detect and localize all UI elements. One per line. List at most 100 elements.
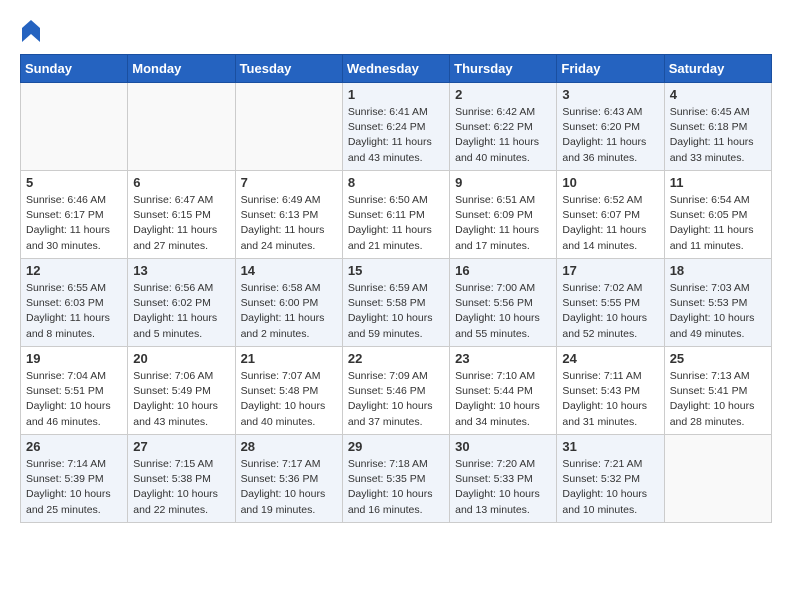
day-number: 15 (348, 263, 444, 278)
day-info: Sunrise: 7:10 AM Sunset: 5:44 PM Dayligh… (455, 369, 551, 430)
day-number: 30 (455, 439, 551, 454)
calendar-cell: 28 Sunrise: 7:17 AM Sunset: 5:36 PM Dayli… (235, 435, 342, 523)
day-info: Sunrise: 7:04 AM Sunset: 5:51 PM Dayligh… (26, 369, 122, 430)
day-info: Sunrise: 7:21 AM Sunset: 5:32 PM Dayligh… (562, 457, 658, 518)
calendar-cell: 5 Sunrise: 6:46 AM Sunset: 6:17 PM Daylig… (21, 171, 128, 259)
day-number: 9 (455, 175, 551, 190)
day-number: 6 (133, 175, 229, 190)
calendar-cell: 24 Sunrise: 7:11 AM Sunset: 5:43 PM Dayli… (557, 347, 664, 435)
day-number: 13 (133, 263, 229, 278)
day-info: Sunrise: 6:45 AM Sunset: 6:18 PM Dayligh… (670, 105, 766, 166)
calendar-cell: 26 Sunrise: 7:14 AM Sunset: 5:39 PM Dayli… (21, 435, 128, 523)
day-info: Sunrise: 7:00 AM Sunset: 5:56 PM Dayligh… (455, 281, 551, 342)
day-number: 12 (26, 263, 122, 278)
day-number: 27 (133, 439, 229, 454)
weekday-header-thursday: Thursday (450, 55, 557, 83)
calendar-cell: 25 Sunrise: 7:13 AM Sunset: 5:41 PM Dayli… (664, 347, 771, 435)
calendar-cell (664, 435, 771, 523)
day-info: Sunrise: 6:43 AM Sunset: 6:20 PM Dayligh… (562, 105, 658, 166)
day-number: 16 (455, 263, 551, 278)
calendar-cell: 22 Sunrise: 7:09 AM Sunset: 5:46 PM Dayli… (342, 347, 449, 435)
day-info: Sunrise: 7:17 AM Sunset: 5:36 PM Dayligh… (241, 457, 337, 518)
calendar-cell: 19Sunrise: 7:04 AM Sunset: 5:51 PM Dayli… (21, 347, 128, 435)
day-info: Sunrise: 6:54 AM Sunset: 6:05 PM Dayligh… (670, 193, 766, 254)
logo-icon (22, 20, 40, 42)
day-number: 10 (562, 175, 658, 190)
day-number: 20 (133, 351, 229, 366)
weekday-header-wednesday: Wednesday (342, 55, 449, 83)
calendar-cell: 6 Sunrise: 6:47 AM Sunset: 6:15 PM Daylig… (128, 171, 235, 259)
calendar-cell: 9 Sunrise: 6:51 AM Sunset: 6:09 PM Daylig… (450, 171, 557, 259)
day-info: Sunrise: 6:56 AM Sunset: 6:02 PM Dayligh… (133, 281, 229, 342)
day-info: Sunrise: 6:55 AM Sunset: 6:03 PM Dayligh… (26, 281, 122, 342)
day-number: 14 (241, 263, 337, 278)
day-info: Sunrise: 6:41 AM Sunset: 6:24 PM Dayligh… (348, 105, 444, 166)
day-number: 3 (562, 87, 658, 102)
day-number: 17 (562, 263, 658, 278)
calendar-week-row: 26 Sunrise: 7:14 AM Sunset: 5:39 PM Dayli… (21, 435, 772, 523)
calendar-cell (128, 83, 235, 171)
day-number: 25 (670, 351, 766, 366)
calendar-cell: 21Sunrise: 7:07 AM Sunset: 5:48 PM Dayli… (235, 347, 342, 435)
day-info: Sunrise: 7:03 AM Sunset: 5:53 PM Dayligh… (670, 281, 766, 342)
day-info: Sunrise: 6:47 AM Sunset: 6:15 PM Dayligh… (133, 193, 229, 254)
day-number: 24 (562, 351, 658, 366)
calendar-cell: 11Sunrise: 6:54 AM Sunset: 6:05 PM Dayli… (664, 171, 771, 259)
day-info: Sunrise: 7:18 AM Sunset: 5:35 PM Dayligh… (348, 457, 444, 518)
calendar-cell: 31 Sunrise: 7:21 AM Sunset: 5:32 PM Dayli… (557, 435, 664, 523)
day-info: Sunrise: 6:58 AM Sunset: 6:00 PM Dayligh… (241, 281, 337, 342)
calendar-cell: 1 Sunrise: 6:41 AM Sunset: 6:24 PM Daylig… (342, 83, 449, 171)
day-info: Sunrise: 7:13 AM Sunset: 5:41 PM Dayligh… (670, 369, 766, 430)
day-info: Sunrise: 7:20 AM Sunset: 5:33 PM Dayligh… (455, 457, 551, 518)
day-info: Sunrise: 7:15 AM Sunset: 5:38 PM Dayligh… (133, 457, 229, 518)
calendar-week-row: 12 Sunrise: 6:55 AM Sunset: 6:03 PM Dayli… (21, 259, 772, 347)
weekday-header-tuesday: Tuesday (235, 55, 342, 83)
day-number: 7 (241, 175, 337, 190)
calendar-cell: 12 Sunrise: 6:55 AM Sunset: 6:03 PM Dayli… (21, 259, 128, 347)
day-number: 1 (348, 87, 444, 102)
logo (20, 20, 40, 38)
day-number: 26 (26, 439, 122, 454)
day-number: 2 (455, 87, 551, 102)
day-info: Sunrise: 7:07 AM Sunset: 5:48 PM Dayligh… (241, 369, 337, 430)
day-info: Sunrise: 7:14 AM Sunset: 5:39 PM Dayligh… (26, 457, 122, 518)
day-info: Sunrise: 7:09 AM Sunset: 5:46 PM Dayligh… (348, 369, 444, 430)
day-info: Sunrise: 6:49 AM Sunset: 6:13 PM Dayligh… (241, 193, 337, 254)
day-number: 28 (241, 439, 337, 454)
day-number: 18 (670, 263, 766, 278)
day-info: Sunrise: 7:02 AM Sunset: 5:55 PM Dayligh… (562, 281, 658, 342)
day-number: 22 (348, 351, 444, 366)
calendar-cell: 4Sunrise: 6:45 AM Sunset: 6:18 PM Daylig… (664, 83, 771, 171)
calendar-cell: 15Sunrise: 6:59 AM Sunset: 5:58 PM Dayli… (342, 259, 449, 347)
day-info: Sunrise: 7:11 AM Sunset: 5:43 PM Dayligh… (562, 369, 658, 430)
day-number: 5 (26, 175, 122, 190)
calendar-header-row: SundayMondayTuesdayWednesdayThursdayFrid… (21, 55, 772, 83)
calendar-cell: 27 Sunrise: 7:15 AM Sunset: 5:38 PM Dayli… (128, 435, 235, 523)
calendar-cell: 20 Sunrise: 7:06 AM Sunset: 5:49 PM Dayli… (128, 347, 235, 435)
calendar-cell: 30 Sunrise: 7:20 AM Sunset: 5:33 PM Dayli… (450, 435, 557, 523)
day-info: Sunrise: 6:52 AM Sunset: 6:07 PM Dayligh… (562, 193, 658, 254)
day-info: Sunrise: 6:46 AM Sunset: 6:17 PM Dayligh… (26, 193, 122, 254)
weekday-header-monday: Monday (128, 55, 235, 83)
calendar-cell: 29Sunrise: 7:18 AM Sunset: 5:35 PM Dayli… (342, 435, 449, 523)
calendar-cell (21, 83, 128, 171)
calendar-week-row: 19Sunrise: 7:04 AM Sunset: 5:51 PM Dayli… (21, 347, 772, 435)
calendar-cell: 7 Sunrise: 6:49 AM Sunset: 6:13 PM Daylig… (235, 171, 342, 259)
day-info: Sunrise: 6:51 AM Sunset: 6:09 PM Dayligh… (455, 193, 551, 254)
calendar-cell: 2Sunrise: 6:42 AM Sunset: 6:22 PM Daylig… (450, 83, 557, 171)
day-number: 23 (455, 351, 551, 366)
day-info: Sunrise: 7:06 AM Sunset: 5:49 PM Dayligh… (133, 369, 229, 430)
weekday-header-friday: Friday (557, 55, 664, 83)
calendar-week-row: 5 Sunrise: 6:46 AM Sunset: 6:17 PM Daylig… (21, 171, 772, 259)
weekday-header-sunday: Sunday (21, 55, 128, 83)
day-info: Sunrise: 6:50 AM Sunset: 6:11 PM Dayligh… (348, 193, 444, 254)
calendar-cell: 23 Sunrise: 7:10 AM Sunset: 5:44 PM Dayli… (450, 347, 557, 435)
calendar-cell: 16 Sunrise: 7:00 AM Sunset: 5:56 PM Dayli… (450, 259, 557, 347)
calendar-cell: 10 Sunrise: 6:52 AM Sunset: 6:07 PM Dayli… (557, 171, 664, 259)
calendar-cell: 13 Sunrise: 6:56 AM Sunset: 6:02 PM Dayli… (128, 259, 235, 347)
weekday-header-saturday: Saturday (664, 55, 771, 83)
calendar-cell: 14 Sunrise: 6:58 AM Sunset: 6:00 PM Dayli… (235, 259, 342, 347)
calendar-cell (235, 83, 342, 171)
calendar-cell: 17 Sunrise: 7:02 AM Sunset: 5:55 PM Dayli… (557, 259, 664, 347)
day-number: 31 (562, 439, 658, 454)
